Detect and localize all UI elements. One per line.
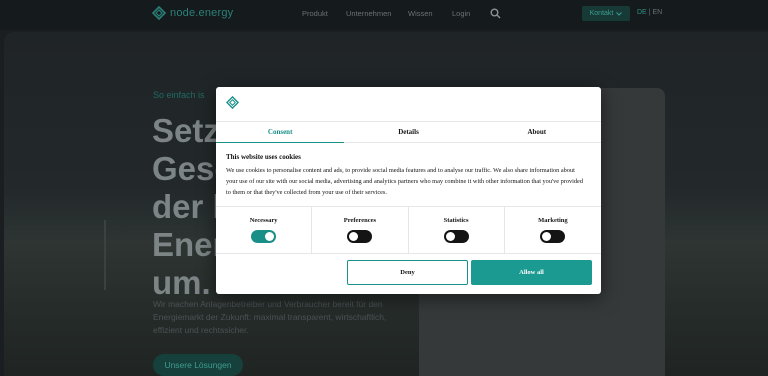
cookie-consent-dialog: Consent Details About This website uses …	[216, 87, 601, 294]
tab-about[interactable]: About	[473, 122, 601, 142]
toggle-group-necessary: Necessary	[216, 207, 313, 253]
marketing-toggle[interactable]	[540, 230, 566, 243]
cookiebot-logo-icon	[226, 96, 239, 109]
toggle-label: Necessary	[249, 217, 278, 224]
necessary-toggle[interactable]	[251, 230, 277, 243]
cookie-category-toggles: Necessary Preferences Statistics Marketi…	[216, 206, 601, 254]
toggle-group-marketing: Marketing	[505, 207, 601, 253]
deny-button[interactable]: Deny	[347, 260, 468, 285]
toggle-knob	[265, 232, 275, 241]
dialog-body: We use cookies to personalise content an…	[226, 167, 583, 196]
allow-all-button[interactable]: Allow all	[471, 260, 592, 285]
toggle-label: Statistics	[443, 217, 469, 224]
toggle-group-preferences: Preferences	[312, 207, 409, 253]
tab-details[interactable]: Details	[344, 122, 472, 142]
toggle-label: Preferences	[343, 217, 376, 224]
toggle-knob	[349, 232, 359, 241]
statistics-toggle[interactable]	[443, 230, 469, 243]
consent-tabs: Consent Details About	[216, 121, 601, 143]
toggle-group-statistics: Statistics	[409, 207, 505, 253]
toggle-knob	[542, 232, 552, 241]
preferences-toggle[interactable]	[347, 230, 373, 243]
tab-consent[interactable]: Consent	[216, 122, 345, 143]
toggle-label: Marketing	[538, 217, 568, 224]
toggle-knob	[445, 232, 455, 241]
dialog-heading: This website uses cookies	[226, 153, 301, 161]
